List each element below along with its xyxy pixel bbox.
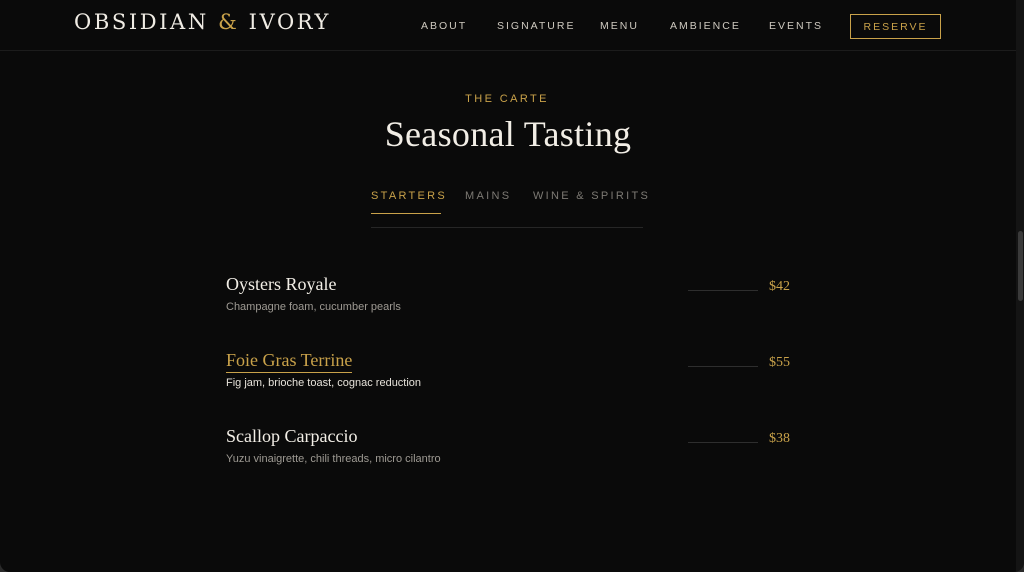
menu-item-description: Champagne foam, cucumber pearls: [226, 301, 401, 313]
tab-wine-spirits[interactable]: WINE & SPIRITS: [533, 190, 650, 202]
nav-link-about[interactable]: ABOUT: [421, 20, 467, 32]
brand-ampersand: &: [218, 10, 240, 34]
reserve-button[interactable]: RESERVE: [850, 14, 941, 39]
section-title: Seasonal Tasting: [384, 114, 632, 154]
page-window: OBSIDIAN & IVORY ABOUT SIGNATURE MENU AM…: [0, 0, 1024, 572]
tab-starters[interactable]: STARTERS: [371, 190, 447, 202]
section-eyebrow: THE CARTE: [465, 93, 549, 105]
menu-item-leader-line: [688, 366, 758, 367]
menu-item-name[interactable]: Scallop Carpaccio: [226, 426, 357, 447]
menu-item-price: $38: [769, 431, 790, 446]
nav-link-menu[interactable]: MENU: [600, 20, 639, 32]
menu-item-leader-line: [688, 290, 758, 291]
nav-link-events[interactable]: EVENTS: [769, 20, 823, 32]
active-tab-indicator: [371, 213, 441, 214]
brand-name-right: IVORY: [248, 10, 332, 34]
menu-item-description: Yuzu vinaigrette, chili threads, micro c…: [226, 453, 441, 465]
menu-item-name[interactable]: Oysters Royale: [226, 274, 336, 295]
site-header: OBSIDIAN & IVORY ABOUT SIGNATURE MENU AM…: [0, 0, 1024, 51]
brand-logo[interactable]: OBSIDIAN & IVORY: [74, 10, 331, 34]
menu-item-leader-line: [688, 442, 758, 443]
menu-item-price: $42: [769, 279, 790, 294]
tab-mains[interactable]: MAINS: [465, 190, 511, 202]
scrollbar-thumb[interactable]: [1018, 231, 1023, 301]
menu-item-name[interactable]: Foie Gras Terrine: [226, 350, 353, 373]
menu-item-description: Fig jam, brioche toast, cognac reduction: [226, 377, 422, 389]
menu-item-price: $55: [769, 355, 790, 370]
nav-link-signature[interactable]: SIGNATURE: [497, 20, 575, 32]
brand-name-left: OBSIDIAN: [74, 10, 209, 34]
tabs-divider: [371, 227, 643, 228]
nav-link-ambience[interactable]: AMBIENCE: [670, 20, 741, 32]
